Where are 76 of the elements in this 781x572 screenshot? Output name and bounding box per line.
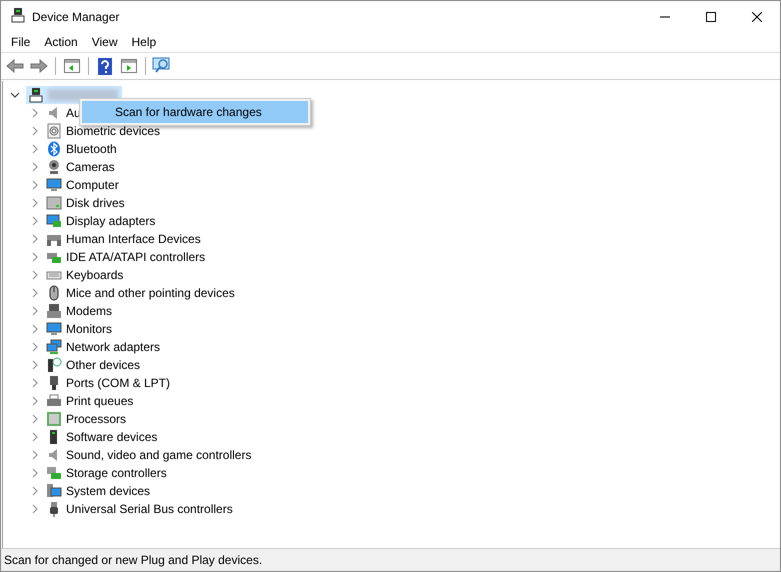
expand-chevron-icon[interactable]	[30, 144, 40, 154]
expand-chevron-icon[interactable]	[30, 414, 40, 424]
tree-item[interactable]: Other devices	[62, 358, 140, 372]
close-icon	[752, 12, 762, 22]
tree-item[interactable]: IDE ATA/ATAPI controllers	[62, 250, 206, 264]
expand-chevron-icon[interactable]	[30, 108, 40, 118]
expand-chevron-icon[interactable]	[30, 216, 40, 226]
expand-chevron-icon[interactable]	[30, 324, 40, 334]
drive-icon	[46, 195, 62, 211]
network-icon	[46, 339, 62, 355]
window-title: Device Manager	[32, 10, 120, 24]
menu-item[interactable]: Action	[37, 33, 85, 51]
forward-button[interactable]	[29, 56, 49, 76]
tree-item[interactable]: Sound, video and game controllers	[62, 448, 252, 462]
menu-item[interactable]: Help	[124, 33, 164, 51]
expand-chevron-icon[interactable]	[30, 162, 40, 172]
expand-chevron-icon[interactable]	[30, 180, 40, 190]
tree-item[interactable]: Bluetooth	[62, 142, 117, 156]
tree-item[interactable]: Keyboards	[62, 268, 124, 282]
driver-button[interactable]	[119, 56, 139, 76]
status-bar: Scan for changed or new Plug and Play devices.	[1, 548, 780, 571]
expand-chevron-icon[interactable]	[30, 450, 40, 460]
monitor-icon	[46, 321, 62, 337]
tree-item[interactable]: Cameras	[62, 160, 115, 174]
tree-item[interactable]: Mice and other pointing devices	[62, 286, 235, 300]
expand-chevron-icon[interactable]	[30, 486, 40, 496]
display-card-icon	[46, 213, 62, 229]
context-menu-item[interactable]: Scan for hardware changes	[82, 101, 308, 123]
expand-chevron-icon[interactable]	[30, 252, 40, 262]
expand-chevron-icon[interactable]	[30, 288, 40, 298]
tree-item[interactable]: Computer	[62, 178, 119, 192]
unknown-device-icon	[46, 357, 62, 373]
storage-icon	[46, 465, 62, 481]
tree-item[interactable]: Biometric devices	[62, 124, 160, 138]
expand-chevron-icon[interactable]	[30, 342, 40, 352]
expand-chevron-icon[interactable]	[30, 468, 40, 478]
chip-icon	[46, 411, 62, 427]
back-button[interactable]	[5, 56, 25, 76]
webcam-icon	[46, 159, 62, 175]
modem-icon	[46, 303, 62, 319]
printer-icon	[46, 393, 62, 409]
expand-chevron-icon[interactable]	[30, 432, 40, 442]
menu-item[interactable]: File	[4, 33, 38, 51]
tree-item[interactable]: Display adapters	[62, 214, 156, 228]
tree-item[interactable]: Storage controllers	[62, 466, 167, 480]
tree-item[interactable]: Ports (COM & LPT)	[62, 376, 170, 390]
maximize-icon	[706, 12, 716, 22]
bluetooth-icon	[46, 141, 62, 157]
tree-item[interactable]: Universal Serial Bus controllers	[62, 502, 233, 516]
expand-chevron-icon[interactable]	[30, 270, 40, 280]
expand-chevron-icon[interactable]	[30, 234, 40, 244]
properties-button[interactable]	[62, 56, 82, 76]
tree-item[interactable]: Modems	[62, 304, 112, 318]
expand-chevron-icon[interactable]	[30, 396, 40, 406]
computer-icon	[10, 7, 26, 23]
expand-chevron-icon[interactable]	[30, 198, 40, 208]
expand-chevron-icon[interactable]	[30, 360, 40, 370]
tree-item[interactable]: Human Interface Devices	[62, 232, 201, 246]
tree-item[interactable]: Software devices	[62, 430, 158, 444]
monitor-icon	[46, 177, 62, 193]
menu-item[interactable]: View	[84, 33, 124, 51]
expand-chevron-icon[interactable]	[30, 504, 40, 514]
tree-item[interactable]: Disk drives	[62, 196, 125, 210]
tree-item[interactable]: Monitors	[62, 322, 112, 336]
fingerprint-icon	[46, 123, 62, 139]
computer-icon	[28, 87, 44, 103]
help-button[interactable]	[95, 56, 115, 76]
tree-item[interactable]: Network adapters	[62, 340, 160, 354]
collapse-chevron-icon[interactable]	[10, 90, 20, 100]
expand-chevron-icon[interactable]	[30, 378, 40, 388]
expand-chevron-icon[interactable]	[30, 126, 40, 136]
tree-item[interactable]: Processors	[62, 412, 126, 426]
tree-item[interactable]: System devices	[62, 484, 150, 498]
tree-item[interactable]: Print queues	[62, 394, 134, 408]
system-icon	[46, 483, 62, 499]
expand-chevron-icon[interactable]	[30, 306, 40, 316]
